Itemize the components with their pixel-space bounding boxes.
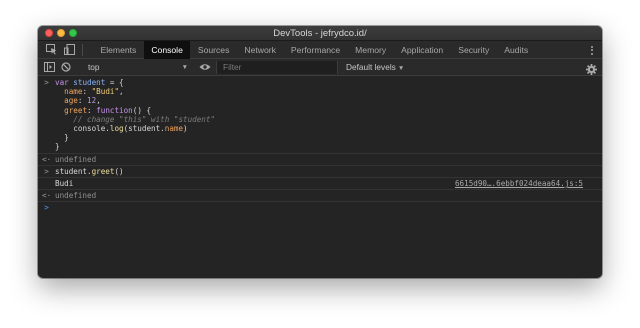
console-input-entry: > student.greet() bbox=[38, 166, 602, 179]
live-expression-eye-icon[interactable] bbox=[198, 59, 212, 76]
result-arrow-icon: <· bbox=[42, 154, 52, 164]
context-selector[interactable]: top ▼ bbox=[74, 59, 192, 76]
chevron-down-icon: ▼ bbox=[181, 63, 188, 71]
code-line: name: "Budi", bbox=[64, 87, 124, 97]
tab-memory[interactable]: Memory bbox=[348, 41, 394, 59]
console-result-entry: <· undefined bbox=[38, 190, 602, 203]
title-bar: DevTools - jefrydco.id/ bbox=[38, 26, 602, 41]
devtools-window: DevTools - jefrydco.id/ Elements Console… bbox=[38, 26, 602, 278]
console-input-entry: > var student = { name: "Budi", age: 12,… bbox=[38, 77, 602, 154]
panel-tabs: Elements Console Sources Network Perform… bbox=[93, 40, 536, 59]
tab-performance[interactable]: Performance bbox=[283, 41, 347, 59]
tab-sources[interactable]: Sources bbox=[190, 41, 237, 59]
tab-network[interactable]: Network bbox=[237, 41, 284, 59]
settings-gear-icon[interactable] bbox=[586, 62, 597, 75]
code-line: var student = { bbox=[55, 78, 124, 87]
command-text: student.greet() bbox=[55, 166, 124, 176]
log-levels-dropdown[interactable]: Default levels ▼ bbox=[346, 62, 404, 72]
clear-console-icon[interactable] bbox=[58, 59, 74, 76]
code-line: } bbox=[55, 133, 69, 143]
toolbar-divider bbox=[82, 43, 83, 56]
tab-application[interactable]: Application bbox=[394, 41, 451, 59]
context-value: top bbox=[88, 62, 100, 72]
show-sidebar-icon[interactable] bbox=[41, 59, 58, 76]
filter-input[interactable]: Filter bbox=[216, 60, 338, 74]
tab-audits[interactable]: Audits bbox=[497, 41, 536, 59]
input-prompt-icon: > bbox=[44, 78, 49, 87]
console-result-entry: <· undefined bbox=[38, 154, 602, 166]
window-title: DevTools - jefrydco.id/ bbox=[273, 28, 367, 39]
log-source-link[interactable]: 6615d90….6ebbf024deaa64.js:5 bbox=[455, 179, 583, 188]
result-arrow-icon: <· bbox=[42, 191, 52, 201]
code-block: var student = { name: "Budi", age: 12, g… bbox=[55, 78, 602, 152]
console-input[interactable] bbox=[55, 203, 602, 212]
input-prompt-icon: > bbox=[44, 166, 49, 176]
code-line: greet: function() { bbox=[64, 105, 152, 115]
console-prompt-line[interactable]: > bbox=[38, 202, 602, 213]
code-line: console.log(student.name) bbox=[73, 124, 188, 134]
code-line: age: 12, bbox=[64, 96, 101, 106]
log-levels-label: Default levels bbox=[346, 62, 396, 72]
device-toolbar-icon[interactable] bbox=[60, 41, 78, 59]
console-log-entry: Budi 6615d90….6ebbf024deaa64.js:5 bbox=[38, 178, 602, 191]
tab-elements[interactable]: Elements bbox=[93, 41, 144, 59]
panel-tabs-bar: Elements Console Sources Network Perform… bbox=[38, 40, 602, 59]
chevron-down-icon: ▼ bbox=[397, 65, 405, 72]
result-value: undefined bbox=[55, 154, 97, 164]
result-value: undefined bbox=[55, 191, 97, 201]
console-output[interactable]: > var student = { name: "Budi", age: 12,… bbox=[38, 76, 602, 276]
kebab-menu-icon[interactable] bbox=[587, 41, 597, 59]
code-line: } bbox=[55, 142, 60, 152]
inspect-element-icon[interactable] bbox=[42, 41, 60, 59]
console-toolbar: top ▼ Filter Default levels ▼ bbox=[38, 59, 602, 76]
code-line: // change "this" with "student" bbox=[55, 114, 216, 124]
tab-console[interactable]: Console bbox=[143, 40, 191, 59]
tab-security[interactable]: Security bbox=[451, 41, 497, 59]
input-prompt-icon: > bbox=[44, 203, 49, 213]
